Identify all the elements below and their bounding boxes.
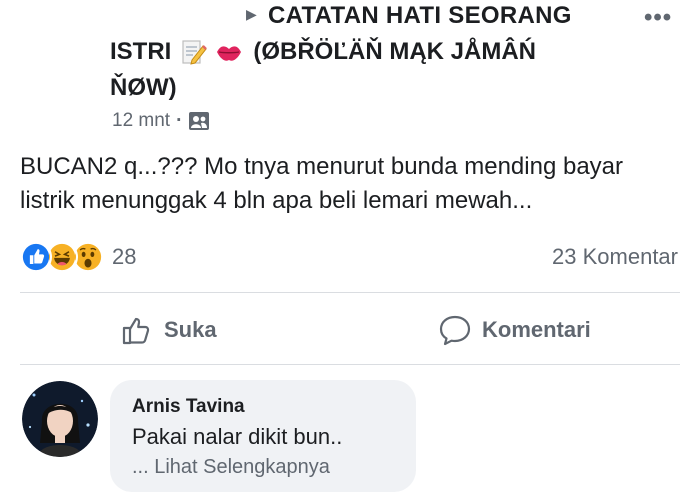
memo-icon (182, 40, 208, 65)
comment-bubble: Arnis Tavina Pakai nalar dikit bun.. ...… (110, 380, 416, 492)
post-meta: 12 mnt · (112, 110, 210, 132)
more-options-icon[interactable]: ••• (644, 4, 672, 32)
thumbs-up-icon (122, 317, 150, 345)
kiss-lips-icon (217, 46, 242, 61)
reactions-summary[interactable]: 28 (20, 240, 136, 274)
comment-count[interactable]: 23 Komentar (552, 244, 678, 270)
post-text: BUCAN2 q...??? Mo tnya menurut bunda men… (20, 153, 624, 214)
like-reaction-icon (20, 241, 52, 273)
divider-bottom (20, 364, 680, 365)
group-name-suffix: (ØBŘÖĽÄŇ MĄK JÅMÂŃ (253, 38, 536, 65)
group-name-line3[interactable]: ŇØW) (110, 74, 177, 102)
commenter-name[interactable]: Arnis Tavina (132, 396, 416, 418)
divider-top (20, 292, 680, 293)
group-name-istri: ISTRI (110, 38, 172, 65)
comment-text: Pakai nalar dikit bun.. (132, 424, 343, 449)
post-time[interactable]: 12 mnt (112, 110, 170, 132)
play-arrow-icon: ▶ (246, 6, 257, 22)
group-name-line2[interactable]: ISTRI (ØBŘÖĽÄŇ MĄK JÅMÂŃ (110, 38, 536, 66)
comment-button[interactable]: Komentari (438, 310, 591, 350)
post-header: ▶ CATATAN HATI SEORANG ••• ISTRI (ØBŘÖĽÄ… (0, 0, 700, 140)
comment-label: Komentari (482, 317, 591, 342)
like-button[interactable]: Suka (120, 310, 217, 350)
meta-separator: · (176, 110, 183, 131)
like-label: Suka (164, 317, 217, 342)
comment-bubble-icon (439, 315, 471, 346)
commenter-avatar[interactable] (22, 381, 98, 457)
group-members-icon (189, 112, 210, 130)
see-more-link[interactable]: ... Lihat Selengkapnya (132, 456, 416, 479)
reaction-count: 28 (112, 244, 137, 269)
group-name-line1[interactable]: CATATAN HATI SEORANG (268, 2, 572, 30)
